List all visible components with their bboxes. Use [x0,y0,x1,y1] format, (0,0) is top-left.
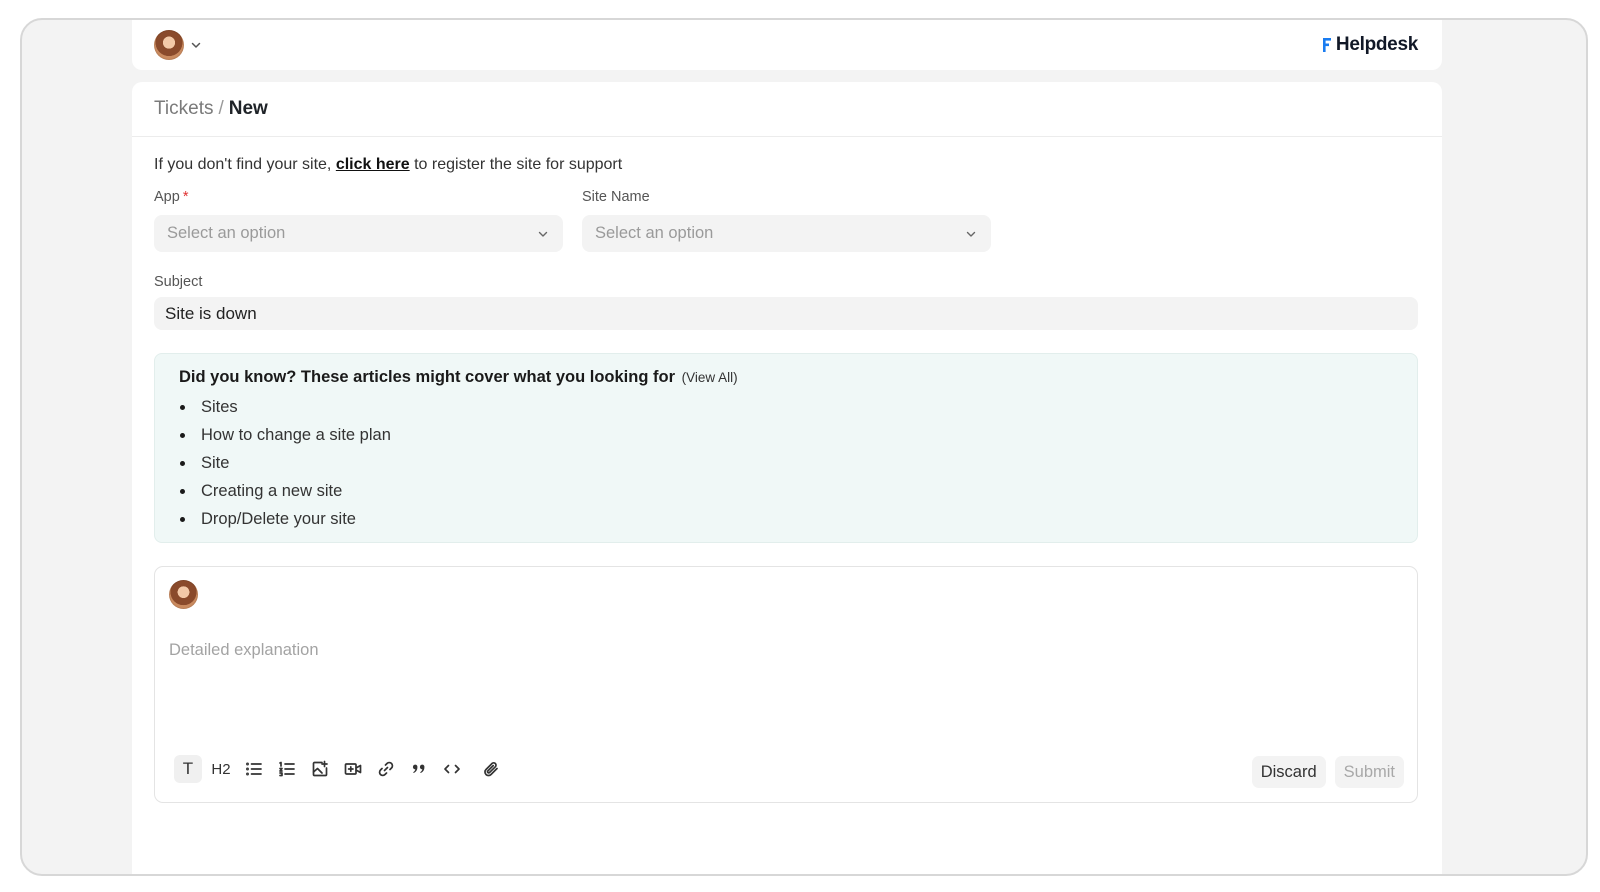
video-icon [344,763,362,775]
bullet-list-icon [246,762,262,776]
bullet [180,432,185,438]
view-all-link[interactable]: (View All) [682,370,738,385]
video-button[interactable] [339,755,367,783]
article-item[interactable]: How to change a site plan [179,421,1393,449]
register-site-notice: If you don't find your site, click here … [154,155,1420,175]
subject-label: Subject [154,274,203,290]
article-link[interactable]: Drop/Delete your site [201,510,356,529]
articles-list: Sites How to change a site plan Site Cre… [179,393,1393,533]
editor-toolbar: T H2 [174,755,505,783]
register-site-link[interactable]: click here [336,156,410,173]
user-menu[interactable] [154,30,202,60]
code-button[interactable] [438,755,466,783]
bullet [180,460,185,466]
image-icon [312,760,328,777]
chevron-down-icon [191,42,201,48]
app-window: Helpdesk Tickets / New If you don't find… [20,18,1588,876]
article-item[interactable]: Drop/Delete your site [179,505,1393,533]
app-select-placeholder: Select an option [167,224,286,242]
ticket-form: If you don't find your site, click here … [132,137,1442,803]
notice-suffix: to register the site for support [409,156,623,173]
site-name-label: Site Name [582,189,650,205]
numbered-list-icon [279,761,295,777]
discard-button[interactable]: Discard [1251,756,1326,788]
app-select[interactable]: Select an option [154,215,563,252]
breadcrumb-tickets[interactable]: Tickets [154,98,213,120]
heading-button[interactable]: H2 [207,755,235,783]
chevron-down-icon [966,231,976,237]
notice-prefix: If you don't find your site, [154,156,336,173]
app-label-text: App [154,189,180,205]
chevron-down-icon [538,231,548,237]
breadcrumb-current: New [228,98,268,119]
code-icon [444,764,460,774]
helpdesk-logo-icon [1322,38,1331,52]
article-item[interactable]: Site [179,449,1393,477]
submit-button[interactable]: Submit [1334,756,1404,788]
subject-input[interactable] [154,297,1418,330]
breadcrumb-separator: / [218,98,224,119]
top-bar: Helpdesk [132,20,1442,70]
required-mark: * [182,189,189,205]
suggested-articles: Did you know? These articles might cover… [154,353,1418,543]
articles-title: Did you know? These articles might cover… [179,368,675,386]
site-name-select[interactable]: Select an option [582,215,991,252]
text-icon: T [182,759,194,778]
bullet [180,404,185,410]
link-icon [378,761,394,777]
site-name-field: Site Name Select an option [582,189,991,252]
paperclip-icon [484,762,498,777]
breadcrumb: Tickets / New [132,82,1442,137]
description-input[interactable]: Detailed explanation [169,641,319,660]
bullet-list-button[interactable] [240,755,268,783]
attachment-button[interactable] [477,755,505,783]
select-row: App * Select an option Site Name Select a… [154,189,1420,252]
description-editor: Detailed explanation T H2 Discard Submit [154,566,1418,803]
avatar [169,580,198,609]
article-link[interactable]: Creating a new site [201,482,342,501]
app-label: App * [154,189,563,207]
ticket-card: Tickets / New If you don't find your sit… [132,82,1442,874]
article-item[interactable]: Creating a new site [179,477,1393,505]
quote-icon [412,764,425,773]
editor-actions: Discard Submit [1251,756,1404,788]
avatar[interactable] [154,30,184,60]
bullet [180,488,185,494]
brand[interactable]: Helpdesk [1322,34,1418,56]
articles-heading: Did you know? These articles might cover… [179,368,1393,387]
app-field: App * Select an option [154,189,563,252]
article-link[interactable]: How to change a site plan [201,426,391,445]
heading-icon: H2 [211,760,231,778]
link-button[interactable] [372,755,400,783]
site-name-select-placeholder: Select an option [595,224,714,242]
text-style-button[interactable]: T [174,755,202,783]
blockquote-button[interactable] [405,755,433,783]
numbered-list-button[interactable] [273,755,301,783]
article-link[interactable]: Sites [201,398,238,417]
article-link[interactable]: Site [201,454,229,473]
image-button[interactable] [306,755,334,783]
brand-name: Helpdesk [1335,34,1418,55]
article-item[interactable]: Sites [179,393,1393,421]
bullet [180,516,185,522]
